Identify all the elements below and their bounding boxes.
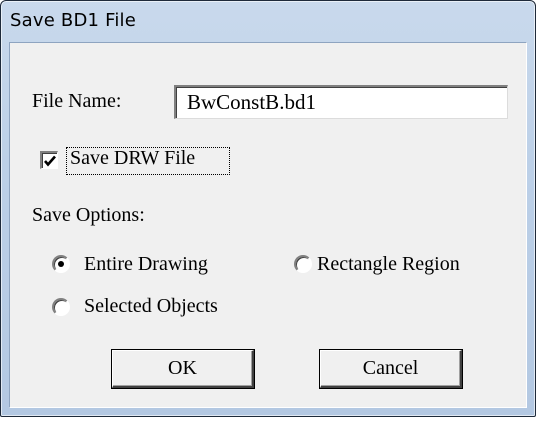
radio-rectangle-region[interactable] bbox=[294, 255, 312, 273]
save-options-label: Save Options: bbox=[32, 204, 145, 226]
dialog-body: File Name: BwConstB.bd1 Save DRW File Sa… bbox=[9, 42, 527, 408]
save-drw-checkbox[interactable] bbox=[40, 151, 58, 169]
radio-selected-objects[interactable] bbox=[52, 298, 70, 316]
selected-objects-label[interactable]: Selected Objects bbox=[84, 295, 218, 318]
ok-button[interactable]: OK bbox=[112, 350, 254, 388]
entire-drawing-label[interactable]: Entire Drawing bbox=[84, 253, 208, 276]
cancel-button[interactable]: Cancel bbox=[320, 350, 462, 388]
radio-entire-drawing[interactable] bbox=[52, 255, 70, 273]
rectangle-region-label[interactable]: Rectangle Region bbox=[317, 253, 460, 276]
title-bar[interactable]: Save BD1 File bbox=[1, 1, 535, 42]
radio-selected-dot bbox=[58, 261, 64, 267]
checkmark-icon bbox=[44, 155, 56, 167]
save-drw-label[interactable]: Save DRW File bbox=[70, 147, 195, 170]
dialog-title: Save BD1 File bbox=[10, 10, 137, 31]
file-name-input[interactable]: BwConstB.bd1 bbox=[174, 85, 508, 119]
file-name-label: File Name: bbox=[32, 90, 122, 112]
save-bd1-dialog: Save BD1 File File Name: BwConstB.bd1 Sa… bbox=[0, 0, 536, 417]
